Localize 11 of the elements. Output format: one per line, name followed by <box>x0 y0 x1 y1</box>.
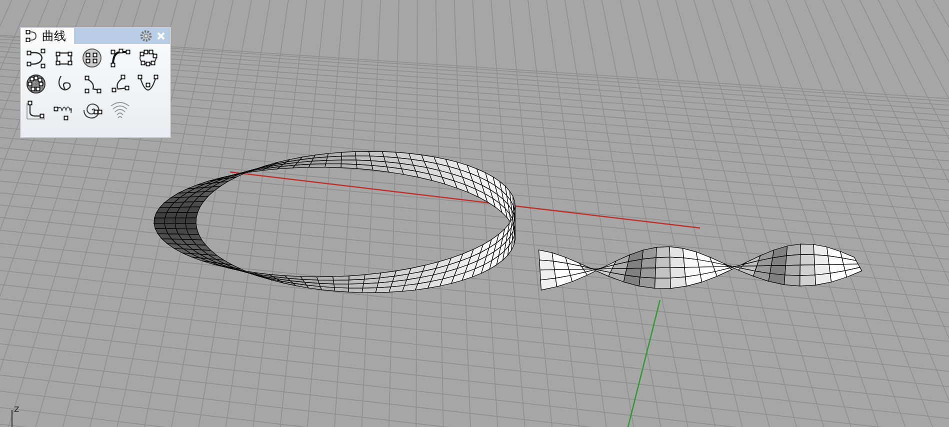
sphere-points-icon[interactable] <box>25 73 47 95</box>
toolbar-tab[interactable]: 曲线 <box>21 28 74 44</box>
arc-curve-icon[interactable] <box>25 47 47 69</box>
circle-points-icon[interactable] <box>81 47 103 69</box>
settings-icon[interactable] <box>140 30 152 42</box>
closed-curve-icon[interactable] <box>137 47 159 69</box>
curve-points-icon[interactable] <box>109 47 131 69</box>
bend-curve-icon[interactable] <box>109 73 131 95</box>
curve-icon <box>25 30 39 42</box>
corner-curve-icon[interactable] <box>25 99 47 121</box>
axis-label: z <box>14 404 20 415</box>
